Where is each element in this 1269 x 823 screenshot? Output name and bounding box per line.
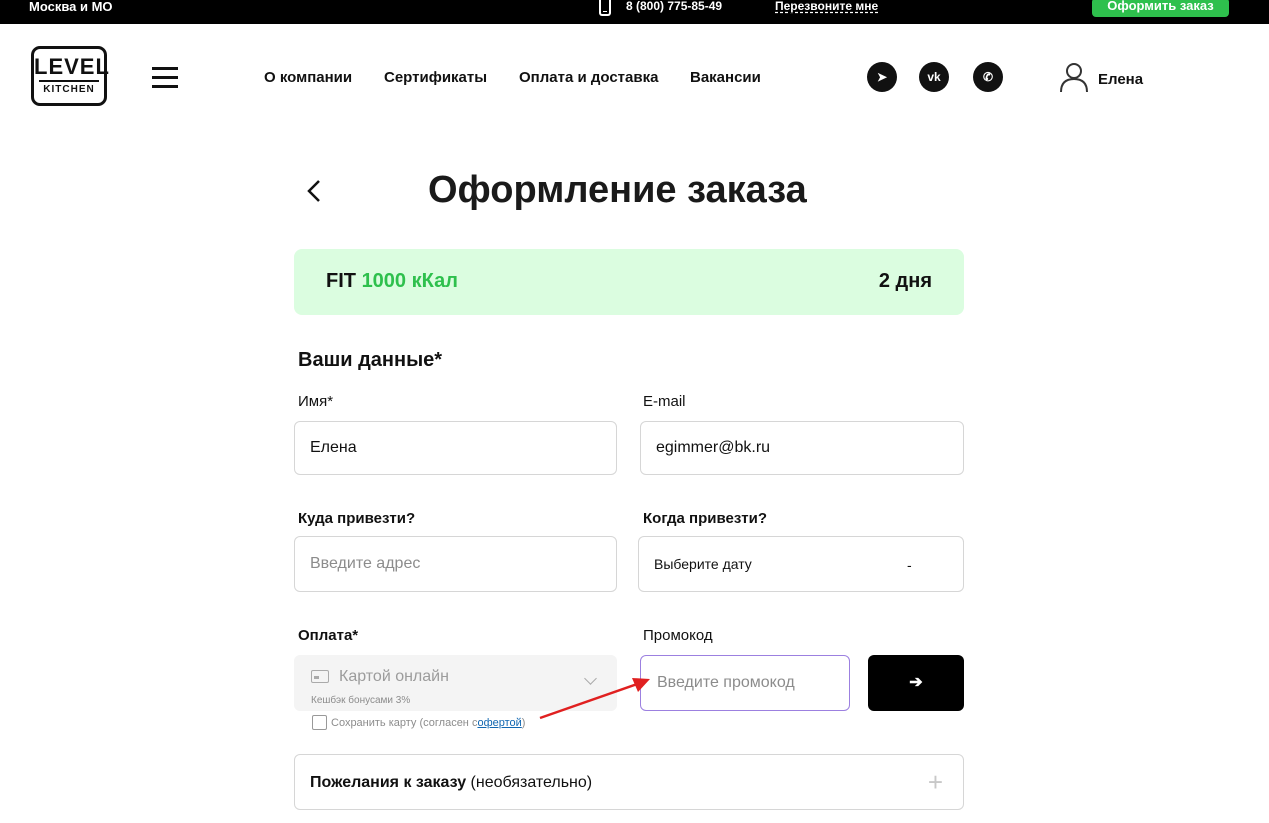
menu-icon[interactable] <box>152 67 178 89</box>
city-selector[interactable]: Москва и МО <box>29 0 113 13</box>
email-field[interactable]: egimmer@bk.ru <box>640 421 964 475</box>
promo-apply-button[interactable]: ➔ <box>868 655 964 711</box>
order-button[interactable]: Оформить заказ <box>1092 0 1229 17</box>
plan-summary: FIT 1000 кКал 2 дня <box>294 249 964 315</box>
offer-link[interactable]: офертой <box>477 717 521 729</box>
save-card-option: Сохранить карту (согласен с офертой) <box>312 715 525 730</box>
address-field[interactable]: Введите адрес <box>294 536 617 592</box>
promo-label: Промокод <box>643 627 713 644</box>
plan-days: 2 дня <box>878 270 932 292</box>
order-wishes-toggle[interactable]: Пожелания к заказу (необязательно) + <box>294 754 964 810</box>
date-picker[interactable]: Выберите дату - <box>638 536 964 592</box>
date-separator: - <box>907 557 912 573</box>
user-icon[interactable] <box>1059 61 1089 93</box>
callback-link[interactable]: Перезвоните мне <box>775 0 878 12</box>
nav-certificates[interactable]: Сертификаты <box>384 69 487 86</box>
vk-icon[interactable]: vk <box>919 62 949 92</box>
back-arrow-icon[interactable] <box>303 178 327 204</box>
card-icon <box>311 670 329 683</box>
whatsapp-icon[interactable]: ✆ <box>973 62 1003 92</box>
plan-name: FIT 1000 кКал <box>326 270 458 292</box>
nav-vacancies[interactable]: Вакансии <box>690 69 761 86</box>
top-bar: Москва и МО 8 (800) 775-85-49 Перезвонит… <box>0 0 1269 24</box>
annotation-arrow <box>539 678 650 720</box>
logo-line2: KITCHEN <box>39 80 99 96</box>
date-label: Когда привезти? <box>643 510 768 527</box>
wishes-label: Пожелания к заказу (необязательно) <box>310 774 593 791</box>
promo-input[interactable]: Введите промокод <box>640 655 850 711</box>
name-label: Имя* <box>298 393 334 410</box>
page-title: Оформление заказа <box>428 169 807 211</box>
nav-about[interactable]: О компании <box>264 69 352 86</box>
date-placeholder: Выберите дату <box>654 556 752 572</box>
nav-payment-delivery[interactable]: Оплата и доставка <box>519 69 658 86</box>
address-label: Куда привезти? <box>298 510 416 527</box>
cashback-note: Кешбэк бонусами 3% <box>311 695 411 706</box>
save-card-text: Сохранить карту (согласен с <box>331 716 478 729</box>
save-card-checkbox[interactable] <box>312 715 327 730</box>
user-name[interactable]: Елена <box>1098 71 1143 88</box>
section-title: Ваши данные* <box>298 349 443 371</box>
payment-label: Оплата* <box>298 627 359 644</box>
phone-icon <box>599 0 611 16</box>
logo[interactable]: LEVEL KITCHEN <box>31 46 110 106</box>
chevron-down-icon <box>584 672 597 685</box>
logo-line1: LEVEL <box>34 54 110 79</box>
name-field[interactable]: Елена <box>294 421 617 475</box>
save-card-close: ) <box>521 716 526 729</box>
payment-select[interactable]: Картой онлайн Кешбэк бонусами 3% <box>294 655 617 711</box>
telegram-icon[interactable]: ➤ <box>867 62 897 92</box>
email-label: E-mail <box>643 393 686 410</box>
plus-icon: + <box>927 767 943 797</box>
phone-number[interactable]: 8 (800) 775-85-49 <box>626 0 722 12</box>
plan-calories: 1000 кКал <box>361 270 458 292</box>
payment-value: Картой онлайн <box>339 668 449 685</box>
